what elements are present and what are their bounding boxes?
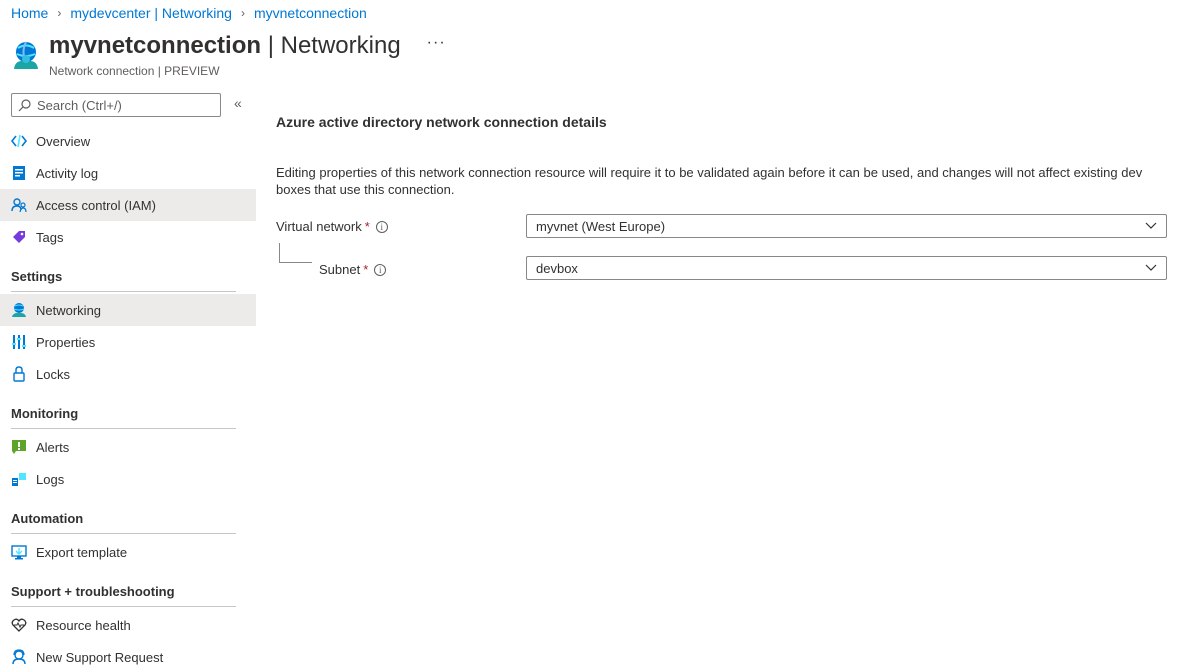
sidebar-item-label: Export template (36, 544, 128, 560)
sidebar-item-properties[interactable]: Properties (0, 326, 256, 358)
sidebar-item-resource-health[interactable]: Resource health (0, 609, 256, 641)
section-support: Support + troubleshooting (11, 584, 236, 607)
sidebar-item-label: Alerts (36, 439, 70, 455)
sidebar-item-label: Networking (36, 302, 102, 318)
network-connection-icon (14, 41, 38, 69)
chevron-right-icon: › (57, 6, 62, 20)
sidebar-item-export-template[interactable]: Export template (0, 536, 256, 568)
support-icon (11, 649, 27, 665)
page-title: myvnetconnection | Networking (49, 32, 401, 59)
chevron-down-icon (1145, 222, 1157, 229)
sidebar-item-label: Activity log (36, 165, 99, 181)
sidebar-item-label: New Support Request (36, 649, 164, 665)
sidebar-item-label: Access control (IAM) (36, 197, 156, 213)
sidebar-search-input[interactable]: Search (Ctrl+/) (11, 93, 221, 117)
virtual-network-dropdown[interactable]: myvnet (West Europe) (526, 214, 1167, 238)
sidebar-item-logs[interactable]: Logs (0, 463, 256, 495)
page-subtitle: Network connection | PREVIEW (49, 64, 220, 78)
required-asterisk: * (364, 219, 370, 234)
section-settings: Settings (11, 269, 236, 292)
sidebar-item-alerts[interactable]: Alerts (0, 431, 256, 463)
overview-icon (11, 133, 27, 149)
export-template-icon (11, 544, 27, 560)
sidebar-item-tags[interactable]: Tags (0, 221, 256, 253)
heart-icon (11, 617, 27, 633)
field-label-text: Virtual network (276, 219, 362, 234)
subnet-tree-connector (279, 243, 312, 263)
sidebar-item-label: Tags (36, 229, 64, 245)
alert-icon (11, 439, 27, 455)
sidebar: Search (Ctrl+/) « Overview Activity log … (0, 90, 256, 669)
subnet-dropdown[interactable]: devbox (526, 256, 1167, 280)
search-icon (18, 98, 31, 111)
sidebar-item-label: Properties (36, 334, 96, 350)
sidebar-item-networking[interactable]: Networking (0, 294, 256, 326)
page-header: myvnetconnection | Networking Network co… (10, 32, 446, 78)
search-placeholder: Search (Ctrl+/) (37, 97, 122, 113)
sidebar-item-label: Logs (36, 471, 65, 487)
subnet-label: Subnet * i (319, 262, 387, 277)
breadcrumb-devcenter-link[interactable]: mydevcenter | Networking (70, 5, 232, 21)
more-options-button[interactable]: ··· (427, 34, 446, 52)
section-monitoring: Monitoring (11, 406, 236, 429)
breadcrumb: Home › mydevcenter | Networking › myvnet… (11, 4, 367, 22)
virtual-network-value: myvnet (West Europe) (536, 218, 666, 234)
lock-icon (11, 366, 27, 382)
sidebar-item-locks[interactable]: Locks (0, 358, 256, 390)
activity-log-icon (11, 165, 27, 181)
iam-icon (11, 197, 27, 213)
info-icon[interactable]: i (374, 263, 387, 276)
subnet-value: devbox (536, 260, 578, 276)
description-text: Editing properties of this network conne… (276, 165, 1143, 197)
networking-icon (11, 302, 27, 318)
field-label-text: Subnet (319, 262, 361, 277)
sidebar-item-iam[interactable]: Access control (IAM) (0, 189, 256, 221)
sidebar-item-activity-log[interactable]: Activity log (0, 157, 256, 189)
sidebar-item-label: Resource health (36, 617, 131, 633)
properties-icon (11, 334, 27, 350)
logs-icon (11, 471, 27, 487)
breadcrumb-connection-link[interactable]: myvnetconnection (254, 5, 367, 21)
info-icon[interactable]: i (375, 220, 388, 233)
sidebar-item-label: Overview (36, 133, 91, 149)
section-automation: Automation (11, 511, 236, 534)
chevron-right-icon: › (240, 6, 245, 20)
required-asterisk: * (363, 262, 369, 277)
virtual-network-label: Virtual network * i (276, 219, 388, 234)
breadcrumb-home-link[interactable]: Home (11, 5, 48, 21)
sidebar-item-overview[interactable]: Overview (0, 125, 256, 157)
collapse-sidebar-button[interactable]: « (234, 95, 242, 111)
sidebar-item-label: Locks (36, 366, 70, 382)
chevron-down-icon (1145, 264, 1157, 271)
sidebar-item-new-support-request[interactable]: New Support Request (0, 641, 256, 669)
tag-icon (11, 229, 27, 245)
section-heading: Azure active directory network connectio… (276, 114, 607, 130)
